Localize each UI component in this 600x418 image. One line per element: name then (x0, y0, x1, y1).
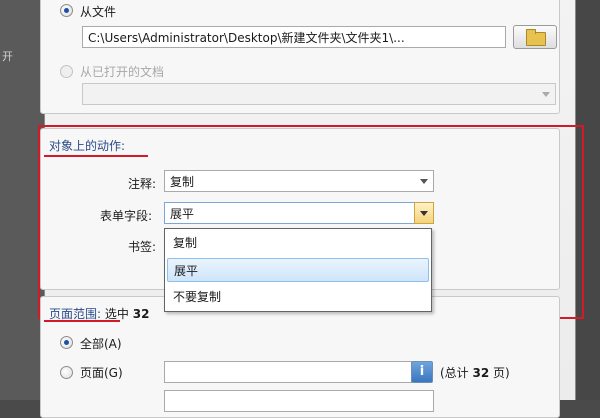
page-range-label[interactable]: 页面(G) (80, 364, 123, 381)
comments-label: 注释: (128, 177, 157, 191)
page-range-selected-count: 32 (132, 307, 150, 321)
total-count: 32 (472, 366, 490, 380)
dropdown-option-dont-copy[interactable]: 不要复制 (167, 285, 429, 309)
from-file-radio[interactable] (60, 4, 73, 17)
comments-select[interactable]: 复制 (164, 170, 434, 192)
page-range-title: 页面范围: (49, 307, 102, 321)
page-range-radio[interactable] (60, 366, 73, 379)
dropdown-option-flatten[interactable]: 展平 (167, 258, 429, 282)
chevron-down-icon (420, 179, 428, 184)
from-open-doc-label[interactable]: 从已打开的文档 (80, 63, 164, 80)
all-pages-radio[interactable] (60, 336, 73, 349)
page-subset-select[interactable] (164, 390, 434, 412)
from-open-doc-radio[interactable] (60, 65, 73, 78)
file-path-field[interactable]: C:\Users\Administrator\Desktop\新建文件夹\文件夹… (82, 26, 506, 48)
total-suffix: 页) (493, 366, 510, 380)
from-file-label[interactable]: 从文件 (80, 3, 116, 20)
form-fields-value: 展平 (170, 207, 195, 221)
folder-icon (526, 29, 546, 46)
total-pages: (总计 32 页) (440, 364, 510, 381)
form-fields-dropdown-list: 复制 展平 不要复制 (164, 228, 432, 312)
all-pages-label[interactable]: 全部(A) (80, 335, 122, 352)
open-doc-select[interactable] (82, 83, 556, 105)
form-fields-label: 表单字段: (100, 209, 153, 223)
bookmarks-label: 书签: (128, 240, 157, 254)
pages-input[interactable] (164, 361, 412, 383)
form-fields-select[interactable]: 展平 (164, 202, 434, 224)
dropdown-toggle-icon[interactable] (414, 202, 434, 224)
clipped-text: 开 (2, 50, 13, 63)
annotation-underline-page-range (44, 320, 120, 322)
dropdown-option-copy[interactable]: 复制 (167, 231, 429, 255)
info-icon[interactable]: i (411, 361, 433, 383)
annotation-underline-actions (44, 155, 148, 157)
chevron-down-icon (542, 92, 550, 97)
page-range-selected-prefix: 选中 (104, 307, 129, 321)
browse-button[interactable] (513, 25, 557, 49)
comments-value: 复制 (170, 175, 195, 189)
total-prefix: (总计 (440, 366, 469, 380)
